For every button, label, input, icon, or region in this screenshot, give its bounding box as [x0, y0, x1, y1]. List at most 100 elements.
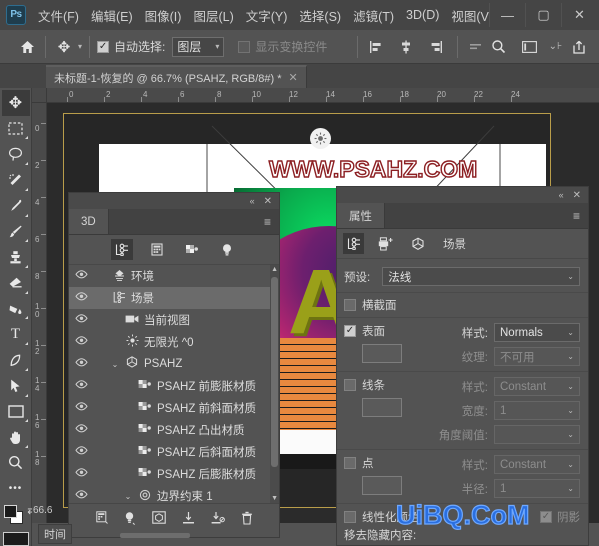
tree-row[interactable]: ⌄ 边界约束 1	[69, 485, 279, 503]
quick-mask-swatch[interactable]	[2, 532, 29, 546]
line-color-swatch[interactable]	[362, 398, 402, 417]
properties-panel-menu-icon[interactable]: ≡	[565, 203, 588, 228]
surface-color-swatch[interactable]	[362, 344, 402, 363]
scroll-up-icon[interactable]: ▲	[271, 266, 278, 273]
scene-filter-icon[interactable]	[110, 239, 133, 260]
align-center-icon[interactable]	[395, 36, 417, 58]
tree-row[interactable]: PSAHZ 后膨胀材质	[69, 463, 279, 485]
path-selection-tool[interactable]	[2, 373, 30, 399]
eraser-tool[interactable]	[2, 270, 30, 296]
point-checkbox[interactable]	[344, 457, 356, 469]
home-icon[interactable]	[16, 36, 38, 58]
magic-wand-tool[interactable]	[2, 167, 30, 193]
surface-checkbox[interactable]: ✓	[344, 325, 356, 337]
preset-dropdown[interactable]: 法线 ⌄	[382, 267, 580, 286]
tab-3d[interactable]: 3D	[69, 209, 109, 234]
delete-button[interactable]	[241, 511, 253, 525]
minimize-button[interactable]: —	[489, 3, 525, 27]
mesh-filter-icon[interactable]	[146, 239, 168, 260]
chevron-down-icon[interactable]: ⌄	[110, 360, 120, 369]
maximize-button[interactable]: ▢	[525, 3, 561, 27]
clone-stamp-tool[interactable]	[2, 244, 30, 270]
lasso-tool[interactable]	[2, 141, 30, 167]
paint-bucket-tool[interactable]	[2, 296, 30, 322]
line-checkbox[interactable]	[344, 379, 356, 391]
tree-row[interactable]: PSAHZ 前膨胀材质	[69, 375, 279, 397]
visibility-eye-icon[interactable]	[73, 402, 89, 414]
visibility-eye-icon[interactable]	[73, 336, 89, 348]
auto-select-checkbox[interactable]: ✓	[97, 40, 110, 53]
rectangle-tool[interactable]	[2, 399, 30, 425]
menu-image[interactable]: 图像(I)	[139, 3, 188, 28]
show-transform-checkbox[interactable]	[238, 40, 251, 53]
material-filter-icon[interactable]	[181, 239, 203, 260]
horizontal-ruler[interactable]: 0 2 4 6 8 10 12 14 16 18 20 22 24	[47, 88, 599, 103]
visibility-eye-icon[interactable]	[73, 380, 89, 392]
collapse-icon[interactable]: «	[559, 190, 564, 200]
visibility-eye-icon[interactable]	[73, 314, 89, 326]
menu-edit[interactable]: 编辑(E)	[85, 3, 139, 28]
align-left-icon[interactable]	[365, 36, 387, 58]
mesh-properties-icon[interactable]	[407, 233, 428, 254]
close-icon[interactable]: ✕	[264, 196, 272, 207]
visibility-eye-icon[interactable]	[73, 490, 89, 502]
pen-tool[interactable]	[2, 347, 30, 373]
visibility-eye-icon[interactable]	[73, 424, 89, 436]
3d-panel-menu-icon[interactable]: ≡	[256, 209, 279, 234]
ruler-corner[interactable]	[32, 88, 47, 103]
close-icon[interactable]: ✕	[573, 190, 581, 201]
collapse-icon[interactable]: «	[250, 196, 255, 206]
menu-layer[interactable]: 图层(L)	[187, 3, 239, 28]
3d-mode-icon[interactable]	[465, 36, 487, 58]
tab-properties[interactable]: 属性	[337, 203, 385, 228]
light-gizmo-icon[interactable]	[310, 128, 331, 149]
eyedropper-tool[interactable]	[2, 193, 30, 219]
brush-tool[interactable]	[2, 219, 30, 245]
tree-row[interactable]: 环境	[69, 265, 279, 287]
menu-type[interactable]: 文字(Y)	[240, 3, 294, 28]
menu-filter[interactable]: 滤镜(T)	[347, 3, 400, 28]
share-icon[interactable]	[568, 36, 590, 58]
menu-3d[interactable]: 3D(D)	[400, 5, 445, 25]
document-tab[interactable]: 未标题-1-恢复的 @ 66.7% (PSAHZ, RGB/8#) * ✕	[46, 65, 307, 88]
move-tool-icon[interactable]: ✥	[53, 36, 75, 58]
menu-view[interactable]: 视图(V)	[445, 3, 489, 28]
move-tool-chevron-down-icon[interactable]: ▾	[78, 42, 82, 51]
scroll-down-icon[interactable]: ▼	[271, 495, 278, 502]
visibility-eye-icon[interactable]	[73, 446, 89, 458]
close-icon[interactable]: ✕	[289, 71, 298, 84]
zoom-tool[interactable]	[2, 450, 30, 476]
properties-panel-title-bar[interactable]: « ✕	[337, 187, 588, 203]
workspace-icon[interactable]	[518, 36, 540, 58]
tree-row[interactable]: PSAHZ 凸出材质	[69, 419, 279, 441]
auto-select-dropdown[interactable]: 图层 ▾	[172, 36, 225, 57]
3d-scene-tree[interactable]: 环境 场景 当前视图 无限光 ^0 ⌄ PSAHZ PSAHZ 前膨胀材质 PSAHZ 前斜面…	[69, 265, 279, 503]
menu-select[interactable]: 选择(S)	[293, 3, 347, 28]
type-tool[interactable]: T	[2, 321, 30, 347]
visibility-eye-icon[interactable]	[73, 358, 89, 370]
remove-constraint-button[interactable]	[211, 511, 225, 524]
timeline-tab[interactable]: 时间	[38, 524, 72, 544]
arrange-chevron-icon[interactable]: ⌄⊦	[544, 36, 566, 58]
close-button[interactable]: ✕	[561, 3, 597, 27]
tree-row[interactable]: 场景	[69, 287, 279, 309]
chevron-down-icon[interactable]: ⌄	[123, 492, 133, 501]
more-tools-button[interactable]: •••	[2, 476, 30, 502]
search-icon[interactable]	[487, 36, 509, 58]
visibility-eye-icon[interactable]	[73, 270, 89, 282]
tree-row[interactable]: 无限光 ^0	[69, 331, 279, 353]
foreground-color-swatch[interactable]	[3, 504, 17, 518]
3d-panel[interactable]: « ✕ 3D ≡ 环境 场景 当前视图 无限光 ^0 ⌄ PSAHZ PSAHZ 前膨胀材质…	[68, 192, 280, 538]
linearize-checkbox[interactable]	[344, 511, 356, 523]
tree-row[interactable]: PSAHZ 后斜面材质	[69, 441, 279, 463]
move-tool[interactable]: ✥	[1, 90, 30, 116]
add-light-button[interactable]	[124, 511, 136, 525]
3d-panel-title-bar[interactable]: « ✕	[69, 193, 279, 209]
vertical-ruler[interactable]: 0 2 4 6 8 10 12 14 16 18	[32, 103, 47, 523]
add-constraint-button[interactable]	[182, 511, 195, 524]
visibility-eye-icon[interactable]	[73, 468, 89, 480]
light-filter-icon[interactable]	[216, 239, 238, 260]
point-color-swatch[interactable]	[362, 476, 402, 495]
tree-row[interactable]: PSAHZ 前斜面材质	[69, 397, 279, 419]
surface-style-dropdown[interactable]: Normals ⌄	[494, 323, 580, 342]
